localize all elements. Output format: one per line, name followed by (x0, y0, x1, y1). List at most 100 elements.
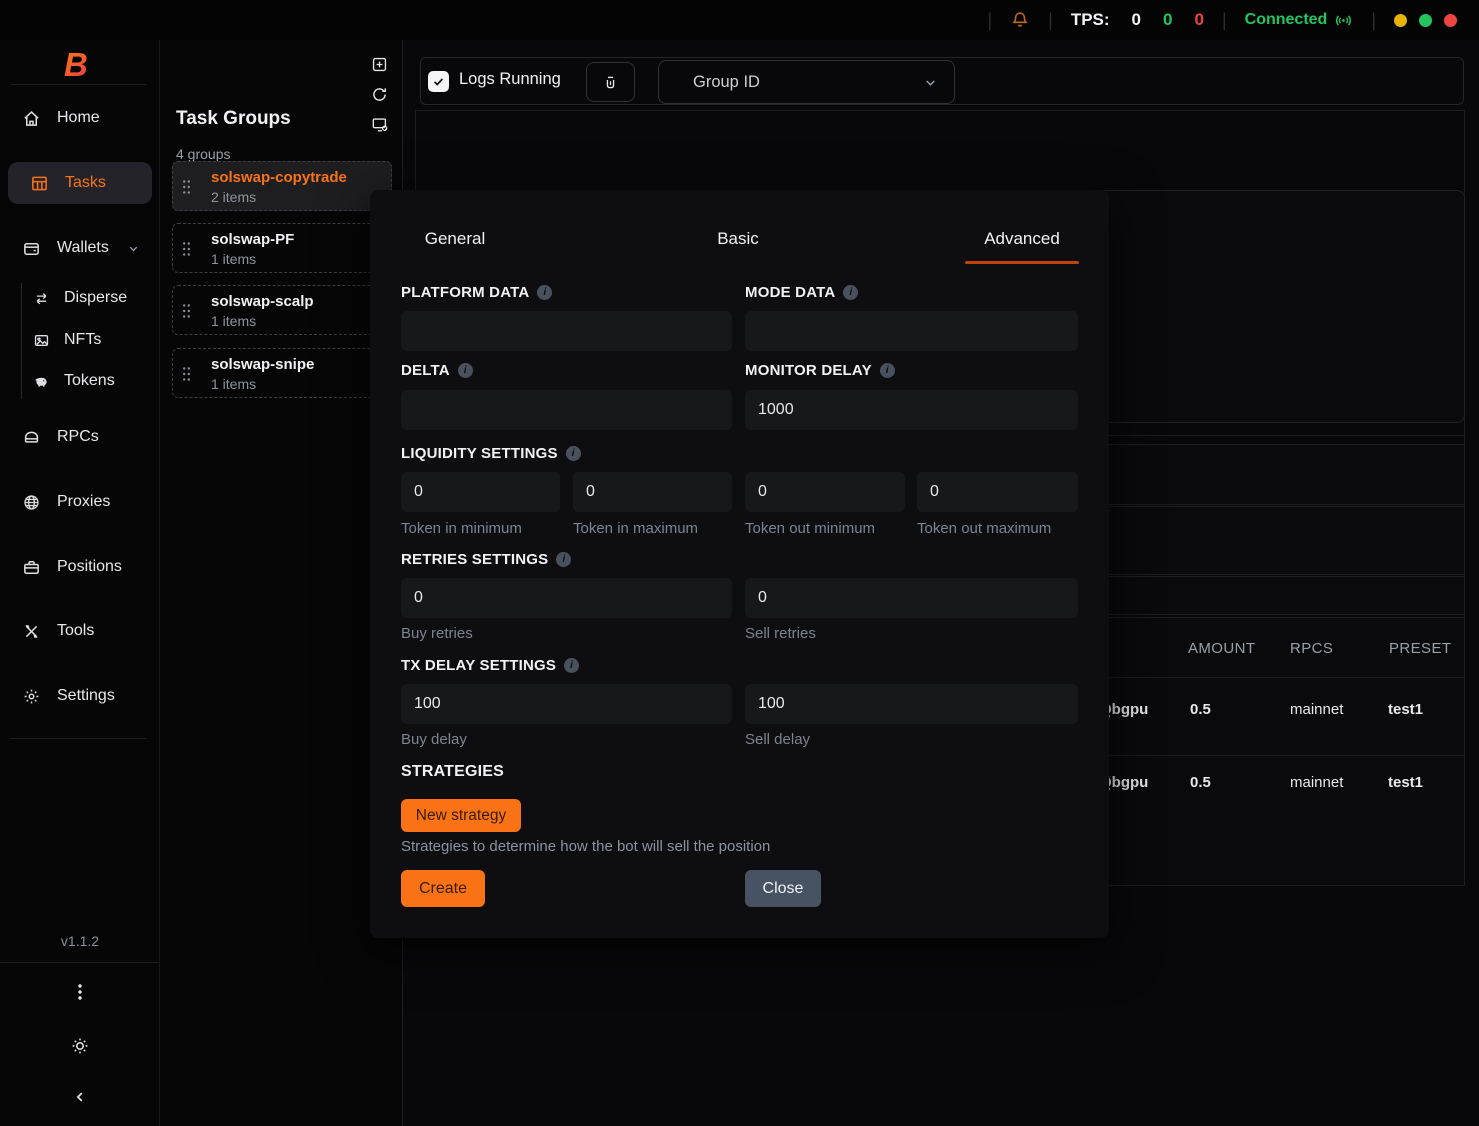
info-icon[interactable]: i (537, 285, 552, 300)
drag-handle-icon[interactable] (182, 366, 191, 387)
logs-running-label: Logs Running (459, 70, 561, 89)
info-icon[interactable]: i (458, 363, 473, 378)
piggy-bank-icon (33, 373, 50, 390)
info-icon[interactable]: i (564, 658, 579, 673)
sidebar-item-positions[interactable]: Positions (0, 547, 160, 587)
drag-handle-icon[interactable] (182, 241, 191, 262)
token-in-max-input[interactable] (573, 472, 732, 512)
task-group-name: solswap-copytrade (211, 169, 347, 186)
window-controls (1394, 14, 1457, 27)
logs-toolbar: Logs Running Group ID (420, 57, 1464, 105)
window-dot-yellow[interactable] (1394, 14, 1407, 27)
separator: | (1048, 10, 1053, 31)
task-group-card[interactable]: solswap-scalp 1 items (172, 285, 392, 335)
info-icon[interactable]: i (843, 285, 858, 300)
token-in-min-input[interactable] (401, 472, 560, 512)
image-icon (33, 332, 50, 349)
delta-input[interactable] (401, 390, 732, 430)
sell-retries-input[interactable] (745, 578, 1078, 618)
window-dot-green[interactable] (1419, 14, 1432, 27)
table-header-amount: AMOUNT (1188, 640, 1255, 657)
info-icon[interactable]: i (880, 363, 895, 378)
sidebar-item-nfts[interactable]: NFTs (0, 320, 160, 360)
buy-delay-caption: Buy delay (401, 731, 467, 748)
token-out-min-input[interactable] (745, 472, 905, 512)
sidebar-item-label: Wallets (57, 239, 109, 257)
task-group-card[interactable]: solswap-snipe 1 items (172, 348, 392, 398)
app-logo[interactable]: B (64, 46, 88, 84)
liquidity-settings-label: LIQUIDITY SETTINGS i (401, 443, 581, 463)
sidebar-item-home[interactable]: Home (0, 98, 160, 138)
drag-handle-icon[interactable] (182, 179, 191, 200)
task-group-item-count: 1 items (211, 313, 256, 329)
group-id-select[interactable]: Group ID (658, 60, 955, 104)
sidebar-item-rpcs[interactable]: RPCs (0, 417, 160, 457)
label-text: MODE DATA (745, 284, 835, 301)
sidebar-item-label: Disperse (64, 289, 127, 307)
tab-advanced[interactable]: Advanced (965, 226, 1079, 252)
tps-value-total: 0 (1132, 10, 1141, 30)
logs-running-checkbox[interactable] (428, 71, 449, 92)
sidebar-item-tasks[interactable]: Tasks (8, 162, 152, 204)
table-cell-amount: 0.5 (1190, 774, 1211, 791)
theme-toggle-button[interactable] (0, 1032, 160, 1060)
info-icon[interactable]: i (556, 552, 571, 567)
label-text: MONITOR DELAY (745, 362, 872, 379)
sell-delay-input[interactable] (745, 684, 1078, 724)
sidebar-item-tokens[interactable]: Tokens (0, 361, 160, 401)
globe-icon (22, 493, 41, 512)
trash-icon (602, 74, 619, 91)
platform-data-input[interactable] (401, 311, 732, 351)
label-text: STRATEGIES (401, 763, 504, 781)
buy-delay-input[interactable] (401, 684, 732, 724)
more-options-button[interactable] (0, 978, 160, 1006)
token-out-max-caption: Token out maximum (917, 520, 1051, 537)
kebab-menu-icon (72, 983, 88, 1001)
app-window: | | TPS: 0 0 0 | Connected | (0, 0, 1479, 1126)
sidebar-item-disperse[interactable]: Disperse (0, 278, 160, 318)
add-group-button[interactable] (371, 56, 388, 78)
mode-data-input[interactable] (745, 311, 1078, 351)
notifications-bell-icon[interactable] (1010, 10, 1030, 30)
sidebar-item-wallets[interactable]: Wallets (0, 228, 160, 268)
label-text: TX DELAY SETTINGS (401, 657, 556, 674)
tab-basic[interactable]: Basic (698, 226, 778, 252)
sidebar-item-settings[interactable]: Settings (0, 676, 160, 716)
table-cell-amount: 0.5 (1190, 701, 1211, 718)
sidebar-item-proxies[interactable]: Proxies (0, 482, 160, 522)
table-cell-preset: test1 (1388, 701, 1423, 718)
tab-general[interactable]: General (410, 226, 500, 252)
sell-retries-caption: Sell retries (745, 625, 816, 642)
monitor-delay-input[interactable] (745, 390, 1078, 430)
info-icon[interactable]: i (566, 446, 581, 461)
sidebar-item-tools[interactable]: Tools (0, 611, 160, 651)
label-text: PLATFORM DATA (401, 284, 529, 301)
delta-label: DELTA i (401, 360, 473, 380)
collapse-sidebar-button[interactable] (0, 1083, 160, 1111)
sidebar-item-label: Positions (57, 558, 122, 576)
buy-retries-input[interactable] (401, 578, 732, 618)
delete-logs-button[interactable] (586, 62, 635, 102)
monitor-delay-label: MONITOR DELAY i (745, 360, 895, 380)
table-cell-preset: test1 (1388, 774, 1423, 791)
new-strategy-button[interactable]: New strategy (401, 799, 521, 832)
tps-counters: TPS: 0 0 0 (1071, 10, 1204, 30)
buy-retries-caption: Buy retries (401, 625, 473, 642)
window-dot-red[interactable] (1444, 14, 1457, 27)
mode-data-label: MODE DATA i (745, 282, 858, 302)
create-button[interactable]: Create (401, 870, 485, 907)
task-groups-title: Task Groups (176, 108, 291, 130)
token-out-max-input[interactable] (917, 472, 1078, 512)
tps-label: TPS: (1071, 10, 1110, 30)
connection-status-label: Connected (1245, 11, 1328, 29)
strategies-caption: Strategies to determine how the bot will… (401, 838, 770, 855)
refresh-groups-button[interactable] (371, 86, 388, 108)
drag-handle-icon[interactable] (182, 303, 191, 324)
separator: | (1371, 10, 1376, 31)
select-all-groups-button[interactable] (371, 116, 389, 139)
task-group-card[interactable]: solswap-copytrade 2 items (172, 161, 392, 211)
close-button[interactable]: Close (745, 870, 821, 907)
task-group-card[interactable]: solswap-PF 1 items (172, 223, 392, 273)
divider (10, 738, 147, 739)
check-icon (432, 75, 445, 88)
